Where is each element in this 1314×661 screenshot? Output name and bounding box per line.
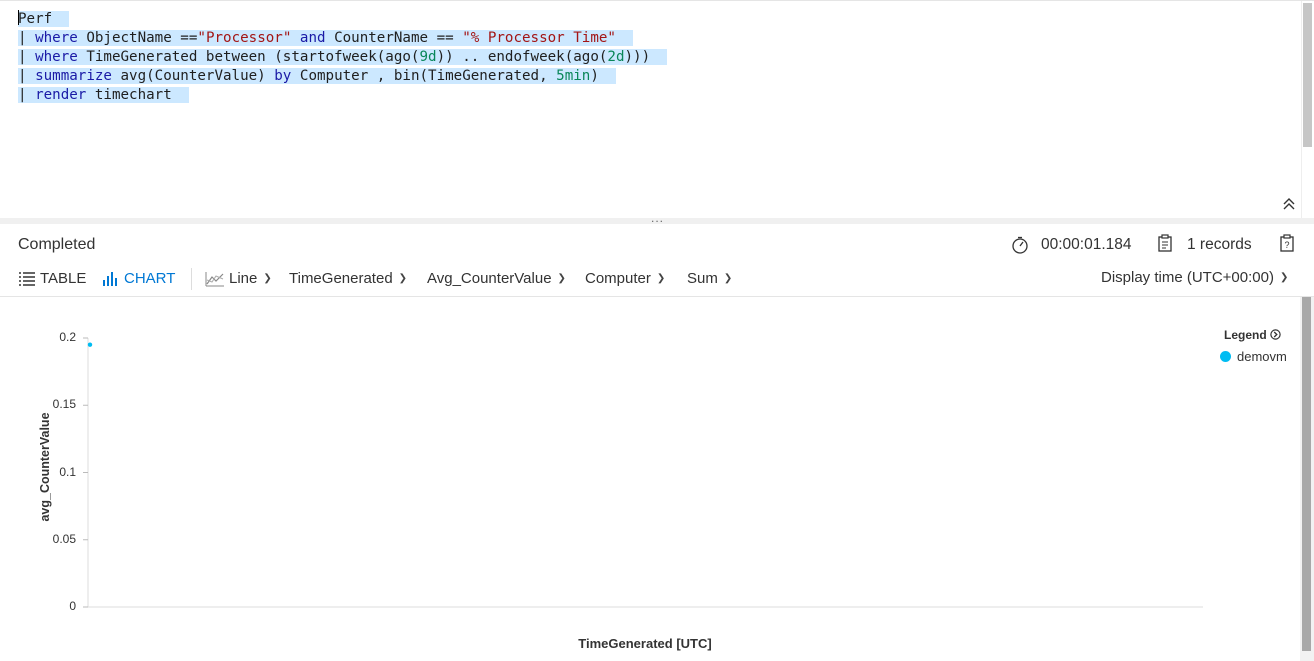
query-status: Completed [18,236,96,253]
code-token: Computer , bin(TimeGenerated, [291,68,557,84]
code-token: ))) [624,49,651,65]
tab-chart-label: CHART [124,270,176,287]
code-token: "Processor" [197,30,292,46]
query-details-icon[interactable]: ? [1280,234,1294,252]
code-token: | [18,49,36,65]
line-chart-icon [205,271,224,286]
toolbar-divider [191,268,192,290]
code-line[interactable]: Perf [18,10,667,29]
code-token: and [299,30,326,46]
chart-scrollbar-thumb[interactable] [1302,297,1311,651]
tab-table-label: TABLE [40,270,87,287]
code-token: )) .. endofweek(ago( [436,49,608,65]
table-icon [19,271,35,286]
code-line[interactable]: | render timechart [18,86,667,105]
chevron-down-icon: ❯ [656,273,666,284]
tab-chart[interactable]: CHART [102,270,175,287]
code-token: avg(CounterValue) [111,68,275,84]
svg-text:?: ? [1284,240,1289,250]
code-line[interactable]: | summarize avg(CounterValue) by Compute… [18,67,667,86]
code-token: ) [590,68,599,84]
code-token: 5min [556,68,591,84]
chevron-down-icon: ❯ [1279,272,1289,283]
record-count: 1 records [1187,236,1252,253]
code-token: where [35,30,78,46]
editor-scrollbar-thumb[interactable] [1303,3,1312,147]
tab-table[interactable]: TABLE [18,270,86,287]
legend-item-label: demovm [1237,349,1287,364]
chevron-circle-right-icon [1270,329,1281,340]
y-axis-label: Avg_CounterValue [427,270,552,287]
aggregation-dropdown[interactable]: Sum ❯ [687,270,732,287]
split-by-label: Computer [585,270,651,287]
code-token: 2d [607,49,625,65]
chevron-down-icon: ❯ [263,273,272,284]
code-token: TimeGenerated between (startofweek(ago( [77,49,420,65]
split-by-dropdown[interactable]: Computer ❯ [585,270,665,287]
elapsed-time: 00:00:01.184 [1041,236,1132,253]
code-line[interactable]: | where TimeGenerated between (startofwe… [18,48,668,67]
x-axis-label: TimeGenerated [289,270,393,287]
x-axis-title: TimeGenerated [UTC] [578,636,712,651]
code-token: | [18,30,36,46]
query-code[interactable]: Perf | where ObjectName =="Processor" an… [18,10,668,105]
x-axis-dropdown[interactable]: TimeGenerated ❯ [289,270,407,287]
code-token: summarize [35,68,112,84]
editor-scrollbar[interactable] [1301,1,1314,219]
legend-item[interactable]: demovm [1220,349,1287,364]
chart-type-label: Line [229,270,258,287]
legend-title[interactable]: Legend [1224,328,1281,342]
display-time-dropdown[interactable]: Display time (UTC+00:00) ❯ [1101,269,1288,286]
code-token: where [35,49,78,65]
code-token: | [18,87,36,103]
code-line[interactable]: | where ObjectName =="Processor" and Cou… [18,29,667,48]
display-time-label: Display time (UTC+00:00) [1101,269,1274,286]
y-axis-title: avg_CounterValue [38,412,52,522]
collapse-editor-icon[interactable] [1282,197,1296,211]
y-axis-dropdown[interactable]: Avg_CounterValue ❯ [427,270,566,287]
code-token: render [35,87,87,103]
code-token: "% Processor Time" [462,30,616,46]
chevron-down-icon: ❯ [557,273,566,284]
chart-type-dropdown[interactable]: Line ❯ [205,270,272,287]
query-editor[interactable]: Perf | where ObjectName =="Processor" an… [0,0,1314,219]
data-point[interactable] [87,342,93,347]
chart-plot [83,337,1203,608]
splitter-handle[interactable]: ... [651,211,664,225]
legend-swatch [1220,351,1231,362]
legend-title-label: Legend [1224,328,1267,342]
chevron-down-icon: ❯ [723,273,733,284]
timer-icon [1012,236,1028,254]
code-token: | [18,68,36,84]
code-token: CounterName == [325,30,463,46]
code-token: 9d [419,49,437,65]
code-token: timechart [86,87,172,103]
bar-chart-icon [103,271,117,286]
code-token: Perf [18,11,53,27]
clipboard-icon [1158,234,1172,252]
code-token: by [274,68,292,84]
chevron-down-icon: ❯ [398,273,408,284]
aggregation-label: Sum [687,270,718,287]
code-token: ObjectName == [77,30,198,46]
